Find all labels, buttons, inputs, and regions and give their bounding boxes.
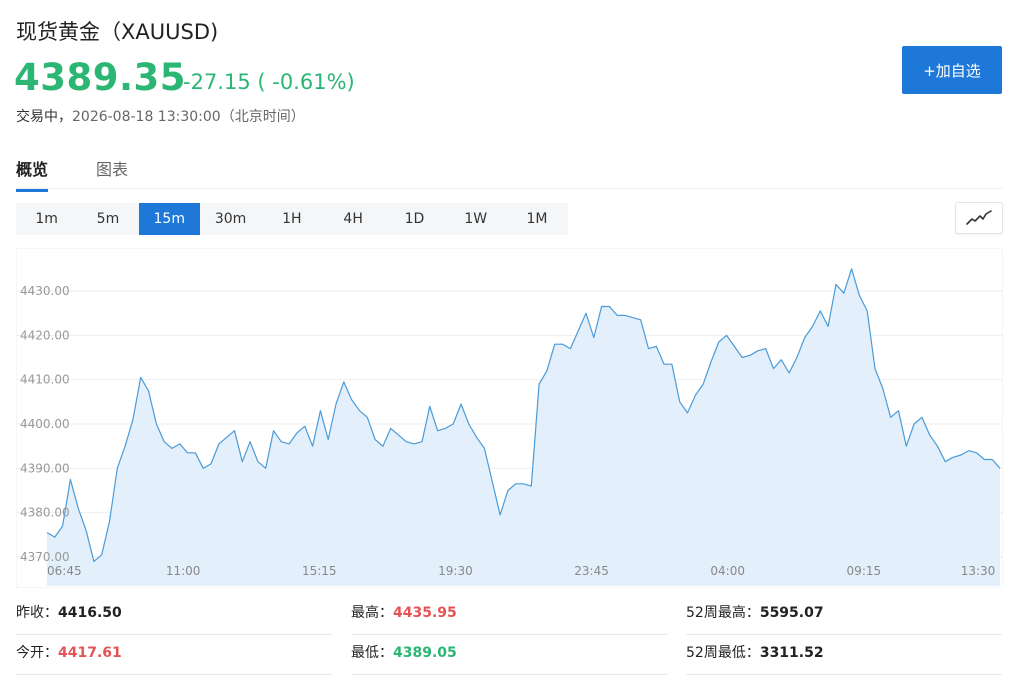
line-chart-icon	[966, 210, 992, 225]
price-chart[interactable]: 4370.00 4380.00 4390.00 4400.00 4410.00 4420.…	[16, 248, 1003, 588]
period-selector: 1m 5m 15m 30m 1H 4H 1D 1W 1M	[16, 203, 568, 235]
stat-high: 最高：4435.95	[351, 596, 667, 635]
current-price: 4389.35	[14, 56, 187, 99]
stat-label: 昨收：	[16, 605, 58, 621]
stat-value: 4435.95	[393, 605, 457, 621]
y-tick-label: 4390.00	[20, 461, 70, 475]
stat-prev-close: 昨收：4416.50	[16, 596, 332, 635]
tab-chart[interactable]: 图表	[96, 156, 128, 192]
period-1mo[interactable]: 1M	[506, 203, 567, 235]
chart-type-button[interactable]	[955, 202, 1003, 234]
market-status: 交易中，2026-08-18 13:30:00（北京时间）	[16, 106, 305, 126]
period-1m[interactable]: 1m	[16, 203, 77, 235]
x-tick-label: 09:15	[847, 564, 882, 578]
period-30m[interactable]: 30m	[200, 203, 261, 235]
tab-bar: 概览 图表	[16, 150, 1002, 192]
trading-status-label: 交易中，	[16, 109, 72, 125]
x-tick-label: 15:15	[302, 564, 337, 578]
x-tick-label: 04:00	[710, 564, 745, 578]
y-tick-label: 4420.00	[20, 328, 70, 342]
y-tick-label: 4400.00	[20, 417, 70, 431]
x-tick-label: 06:45	[47, 564, 82, 578]
add-watchlist-button[interactable]: +加自选	[902, 46, 1002, 94]
stat-open: 今开：4417.61	[16, 636, 332, 675]
period-1w[interactable]: 1W	[445, 203, 506, 235]
stat-value: 5595.07	[759, 605, 824, 621]
tab-overview[interactable]: 概览	[16, 156, 49, 192]
quote-timestamp: 2026-08-18 13:30:00（北京时间）	[72, 109, 305, 125]
stat-52w-high: 52周最高：5595.07	[686, 596, 1002, 635]
stat-label: 今开：	[16, 645, 58, 661]
price-change: -27.15 ( -0.61%)	[183, 70, 355, 94]
stat-low: 最低：4389.05	[351, 636, 667, 675]
stat-label: 最高：	[351, 605, 393, 621]
period-5m[interactable]: 5m	[77, 203, 138, 235]
x-tick-label: 13:30	[961, 564, 996, 578]
y-tick-label: 4430.00	[20, 284, 70, 298]
y-tick-label: 4410.00	[20, 373, 70, 387]
instrument-title: 现货黄金（XAUUSD)	[16, 20, 219, 44]
stat-label: 52周最低：	[686, 645, 760, 661]
stat-value: 3311.52	[759, 645, 824, 661]
period-1d[interactable]: 1D	[384, 203, 445, 235]
stat-52w-low: 52周最低：3311.52	[686, 636, 1002, 675]
period-15m[interactable]: 15m	[138, 203, 200, 235]
y-tick-label: 4380.00	[20, 506, 70, 520]
x-tick-label: 19:30	[438, 564, 473, 578]
y-tick-label: 4370.00	[20, 550, 70, 564]
stat-label: 52周最高：	[686, 605, 760, 621]
stat-label: 最低：	[351, 645, 393, 661]
x-tick-label: 23:45	[574, 564, 609, 578]
stat-value: 4416.50	[58, 605, 122, 621]
stat-value: 4417.61	[58, 645, 122, 661]
x-tick-label: 11:00	[166, 564, 201, 578]
period-4h[interactable]: 4H	[322, 203, 383, 235]
stat-value: 4389.05	[393, 645, 457, 661]
period-1h[interactable]: 1H	[261, 203, 322, 235]
